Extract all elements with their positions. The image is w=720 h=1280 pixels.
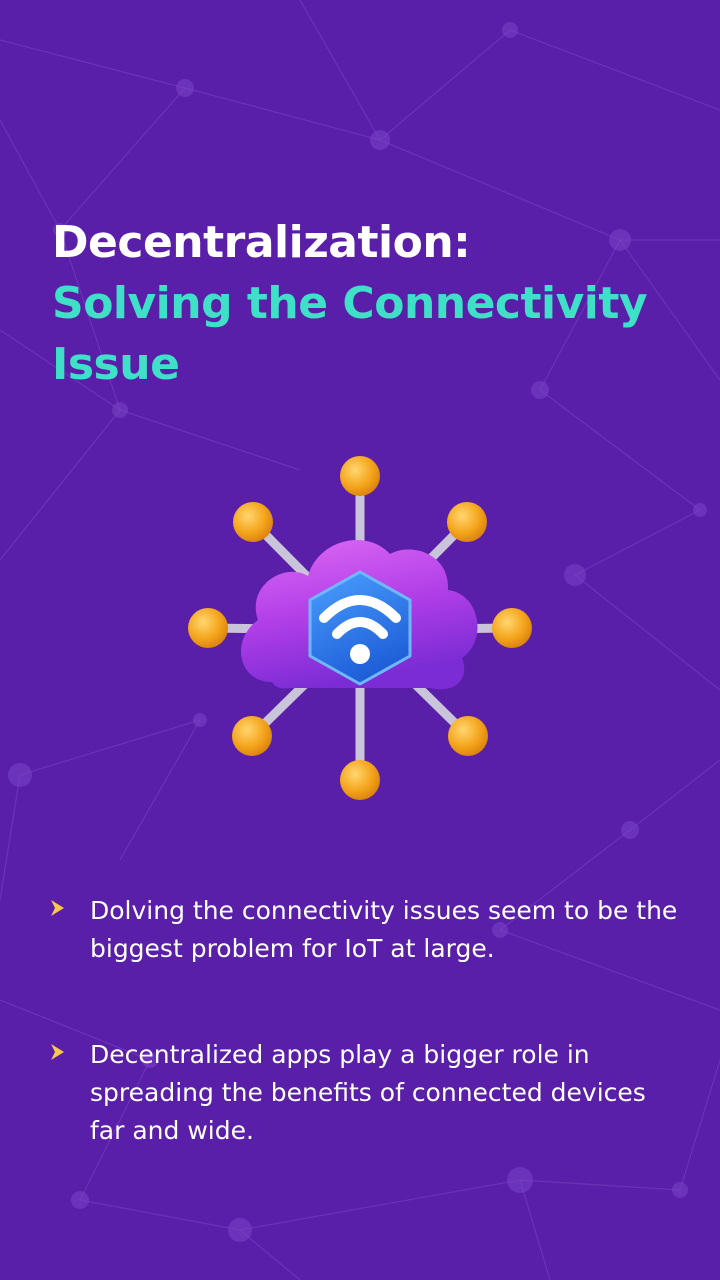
bullet-text: Decentralized apps play a bigger role in… — [90, 1040, 646, 1145]
chevron-right-icon — [51, 900, 64, 916]
title-line-1: Decentralization: — [52, 217, 471, 268]
cloud-network-wifi-icon — [188, 456, 532, 800]
chevron-right-icon — [51, 1044, 64, 1060]
title-line-2: Solving the Connectivity — [52, 278, 648, 329]
bullet-text: Dolving the connectivity issues seem to … — [90, 896, 678, 963]
page-title: Decentralization: Solving the Connectivi… — [52, 212, 692, 395]
title-line-3: Issue — [52, 339, 180, 390]
